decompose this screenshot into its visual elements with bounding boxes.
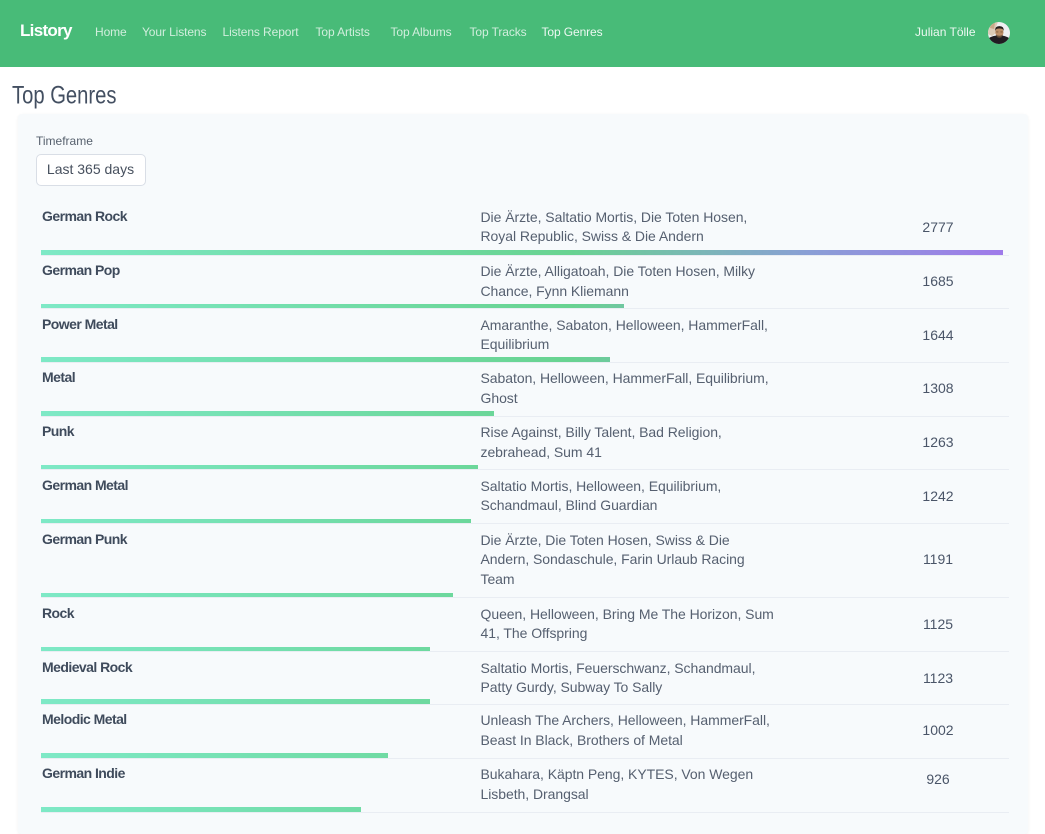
svg-text:Top Genres: Top Genres bbox=[12, 82, 117, 110]
